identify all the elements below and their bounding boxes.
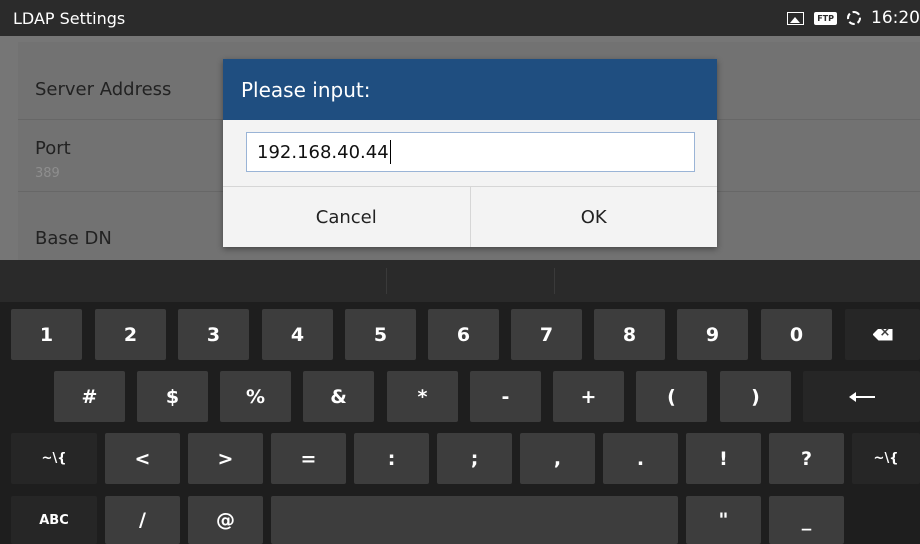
key-comma[interactable]: , (520, 433, 595, 484)
key-exclamation[interactable]: ! (686, 433, 761, 484)
backspace-key[interactable] (845, 309, 920, 360)
key-greater-than[interactable]: > (188, 433, 263, 484)
sync-icon (847, 11, 861, 25)
key-hash[interactable]: # (54, 371, 125, 422)
key-period[interactable]: . (603, 433, 678, 484)
input-dialog: Please input: 192.168.40.44 Cancel OK (223, 59, 717, 247)
backspace-icon (872, 328, 893, 341)
key-percent[interactable]: % (220, 371, 291, 422)
address-input-value: 192.168.40.44 (257, 141, 389, 163)
status-icons: FTP 16:20 (787, 0, 920, 36)
space-key[interactable] (271, 496, 678, 544)
key-dollar[interactable]: $ (137, 371, 208, 422)
key-7[interactable]: 7 (511, 309, 582, 360)
key-less-than[interactable]: < (105, 433, 180, 484)
key-semicolon[interactable]: ; (437, 433, 512, 484)
server-address-label: Server Address (35, 79, 172, 100)
text-cursor (389, 140, 391, 164)
key-ampersand[interactable]: & (303, 371, 374, 422)
key-2[interactable]: 2 (95, 309, 166, 360)
suggestion-divider (554, 268, 555, 294)
image-icon (787, 11, 805, 25)
key-5[interactable]: 5 (345, 309, 416, 360)
page-title: LDAP Settings (13, 8, 126, 28)
key-9[interactable]: 9 (677, 309, 748, 360)
key-close-paren[interactable]: ) (720, 371, 791, 422)
dialog-header: Please input: (223, 59, 717, 120)
key-8[interactable]: 8 (594, 309, 665, 360)
key-6[interactable]: 6 (428, 309, 499, 360)
key-asterisk[interactable]: * (387, 371, 458, 422)
ok-button[interactable]: OK (469, 187, 718, 247)
key-at[interactable]: @ (188, 496, 263, 544)
suggestion-divider (386, 268, 387, 294)
address-input[interactable]: 192.168.40.44 (246, 132, 695, 172)
key-equals[interactable]: = (271, 433, 346, 484)
port-value: 389 (35, 166, 60, 181)
key-3[interactable]: 3 (178, 309, 249, 360)
key-symbols-right[interactable]: ~\{ (852, 433, 920, 484)
key-quote[interactable]: " (686, 496, 761, 544)
cancel-button[interactable]: Cancel (223, 187, 470, 247)
key-symbols-left[interactable]: ~\{ (11, 433, 97, 484)
key-underscore[interactable]: _ (769, 496, 844, 544)
enter-icon (848, 390, 875, 404)
ftp-icon: FTP (814, 11, 837, 25)
soft-keyboard: 1 2 3 4 5 6 7 8 9 0 # $ % & * - + ( ) ~\… (0, 260, 920, 544)
key-0[interactable]: 0 (761, 309, 832, 360)
port-label: Port (35, 138, 71, 159)
key-slash[interactable]: / (105, 496, 180, 544)
dialog-buttons: Cancel OK (223, 186, 717, 247)
dialog-title: Please input: (241, 77, 371, 102)
key-4[interactable]: 4 (262, 309, 333, 360)
key-1[interactable]: 1 (11, 309, 82, 360)
key-minus[interactable]: - (470, 371, 541, 422)
base-dn-label: Base DN (35, 228, 112, 249)
clock: 16:20 (871, 8, 920, 28)
abc-key[interactable]: ABC (11, 496, 97, 544)
status-bar: LDAP Settings FTP 16:20 (0, 0, 920, 36)
key-question[interactable]: ? (769, 433, 844, 484)
key-colon[interactable]: : (354, 433, 429, 484)
suggestion-strip (0, 260, 920, 302)
key-plus[interactable]: + (553, 371, 624, 422)
enter-key[interactable] (803, 371, 920, 422)
key-open-paren[interactable]: ( (636, 371, 707, 422)
